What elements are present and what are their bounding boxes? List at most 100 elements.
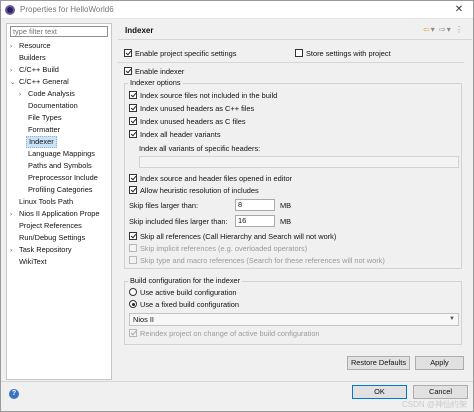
eclipse-icon [5,5,15,15]
checkbox-disabled-icon[interactable] [129,256,137,264]
skip-larger-unit: MB [280,201,292,210]
checkbox-label: Skip implicit references (e.g. overloade… [140,244,308,253]
tree-item-run-debug-settings[interactable]: Run/Debug Settings [19,232,85,244]
tree-item-label: Linux Tools Path [19,197,74,206]
indexer-options-label: Indexer options [128,78,183,87]
tree-item-indexer[interactable]: Indexer [26,136,57,148]
tree-item-formatter[interactable]: Formatter [28,124,60,136]
cancel-button[interactable]: Cancel [413,385,468,399]
tree-item-documentation[interactable]: Documentation [28,100,78,112]
filter-input[interactable] [10,26,108,37]
tree-item-preprocessor-include[interactable]: Preprocessor Include [28,172,98,184]
radio-label: Use a fixed build configuration [140,300,240,309]
checkbox-label: Allow heuristic resolution of includes [140,186,259,195]
checkbox-label: Skip all references (Call Hierarchy and … [140,232,337,241]
watermark: CSDN @神仙约架 [401,400,467,409]
tree-item-profiling-categories[interactable]: Profiling Categories [28,184,93,196]
help-icon[interactable]: ? [9,389,19,399]
tree-item-builders[interactable]: Builders [10,52,46,64]
tree-item-resource[interactable]: › Resource [10,40,51,52]
tree-item-label: Resource [19,41,51,50]
checkbox-disabled-icon[interactable] [129,244,137,252]
checkbox-checked-icon[interactable] [129,91,137,99]
index-all-header-variants-checkbox[interactable]: Index all header variants [129,130,221,140]
radio-selected-icon[interactable] [129,300,137,308]
tree-item-language-mappings[interactable]: Language Mappings [28,148,95,160]
tree-item-label: Preprocessor Include [28,173,98,182]
specific-headers-field[interactable] [139,156,459,168]
checkbox-checked-icon[interactable] [129,130,137,138]
index-unused-cpp-headers-checkbox[interactable]: Index unused headers as C++ files [129,104,254,114]
tree-item-paths-and-symbols[interactable]: Paths and Symbols [28,160,92,172]
skip-included-field[interactable]: 16 [235,215,275,227]
checkbox-disabled-checked-icon[interactable] [129,329,137,337]
expand-arrow-icon[interactable]: › [19,89,28,101]
checkbox-label: Index unused headers as C++ files [140,104,255,113]
ok-button[interactable]: OK [352,385,407,399]
skip-included-unit: MB [280,217,292,226]
checkbox-unchecked-icon[interactable] [295,49,303,57]
build-config-label: Build configuration for the indexer [128,276,243,285]
heuristic-includes-checkbox[interactable]: Allow heuristic resolution of includes [129,186,259,196]
checkbox-checked-icon[interactable] [124,49,132,57]
enable-project-specific-checkbox[interactable]: Enable project specific settings [124,49,236,59]
tree-item-label: Profiling Categories [28,185,93,194]
skip-included-label: Skip included files larger than: [129,217,228,226]
title-bar: Properties for HelloWorld6 ✕ [1,1,473,19]
radio-unselected-icon[interactable] [129,288,137,296]
tree-item-label: Run/Debug Settings [19,233,86,242]
tree-item-label: Indexer [29,137,54,146]
tree-item-label: Task Repository [19,245,72,254]
checkbox-checked-icon[interactable] [129,186,137,194]
tree-item-label: C/C++ Build [19,65,59,74]
use-fixed-config-radio[interactable]: Use a fixed build configuration [129,300,239,310]
enable-indexer-checkbox[interactable]: Enable indexer [124,67,184,77]
fixed-config-dropdown[interactable]: Nios II ▼ [129,313,459,326]
collapse-arrow-icon[interactable]: ⌄ [10,77,19,89]
tree-item-nios2-application[interactable]: › Nios II Application Prope [10,208,100,220]
forward-arrow-icon[interactable]: ⇨ [439,25,447,34]
tree-item-label: Nios II Application Prope [19,209,100,218]
close-icon[interactable]: ✕ [448,2,470,17]
reindex-on-change-checkbox[interactable]: Reindex project on change of active buil… [129,329,320,339]
indexer-page: Indexer ⇦▾ ⇨▾ ⋮ Enable project specific … [118,23,472,380]
index-open-files-checkbox[interactable]: Index source and header files opened in … [129,174,292,184]
apply-button[interactable]: Apply [415,356,464,370]
tree-item-label: WikiText [19,257,47,266]
tree-item-project-references[interactable]: Project References [19,220,82,232]
checkbox-checked-icon[interactable] [129,174,137,182]
tree-item-task-repository[interactable]: › Task Repository [10,244,72,256]
use-active-config-radio[interactable]: Use active build configuration [129,288,237,298]
back-arrow-icon[interactable]: ⇦ [423,25,431,34]
checkbox-label: Index all header variants [140,130,221,139]
restore-defaults-button[interactable]: Restore Defaults [347,356,410,370]
skip-all-references-checkbox[interactable]: Skip all references (Call Hierarchy and … [129,232,336,242]
index-unused-c-headers-checkbox[interactable]: Index unused headers as C files [129,117,246,127]
tree-item-file-types[interactable]: File Types [28,112,62,124]
back-menu-icon[interactable]: ▾ [431,25,436,34]
checkbox-label: Enable indexer [135,67,185,76]
property-tree: ›Resource Builders ›C/C++ Build ⌄C/C++ G… [6,23,112,380]
forward-menu-icon[interactable]: ▾ [447,25,452,34]
skip-implicit-references-checkbox[interactable]: Skip implicit references (e.g. overloade… [129,244,307,254]
expand-arrow-icon[interactable]: › [10,209,19,221]
tree-item-cpp-build[interactable]: › C/C++ Build [10,64,59,76]
expand-arrow-icon[interactable]: › [10,245,19,257]
skip-larger-field[interactable]: 8 [235,199,275,211]
tree-item-linux-tools-path[interactable]: Linux Tools Path [19,196,73,208]
store-with-project-checkbox[interactable]: Store settings with project [295,49,391,59]
index-files-not-in-build-checkbox[interactable]: Index source files not included in the b… [129,91,277,101]
tree-item-wikitext[interactable]: WikiText [19,256,47,268]
checkbox-checked-icon[interactable] [124,67,132,75]
checkbox-label: Index unused headers as C files [140,117,246,126]
tree-item-cpp-general[interactable]: ⌄ C/C++ General [10,76,69,88]
checkbox-checked-icon[interactable] [129,104,137,112]
checkbox-checked-icon[interactable] [129,117,137,125]
page-scrollbar[interactable] [464,41,472,380]
checkbox-checked-icon[interactable] [129,232,137,240]
checkbox-label: Enable project specific settings [135,49,237,58]
view-menu-icon[interactable]: ⋮ [455,25,464,34]
page-navigation: ⇦▾ ⇨▾ ⋮ [423,25,464,34]
tree-item-code-analysis[interactable]: › Code Analysis [19,88,75,100]
skip-type-macro-references-checkbox[interactable]: Skip type and macro references (Search f… [129,256,385,266]
